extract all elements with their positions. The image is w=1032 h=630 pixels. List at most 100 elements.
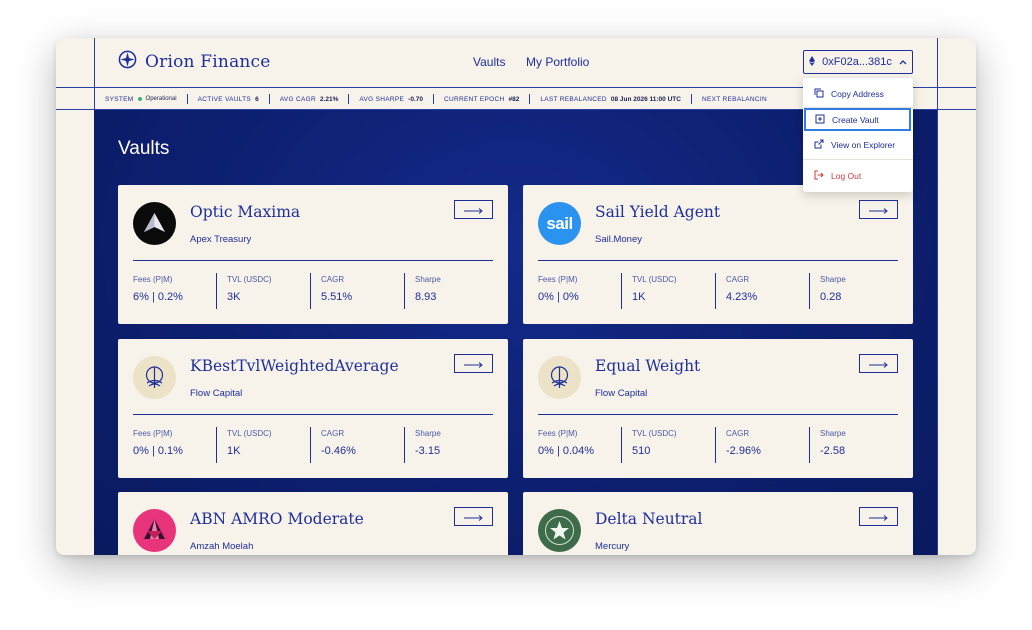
metric-value: -2.96% [726, 445, 761, 457]
grid-line [937, 38, 938, 555]
menu-item-label: View on Explorer [831, 140, 896, 150]
open-vault-button[interactable] [859, 200, 898, 219]
vault-manager: Sail.Money [595, 234, 642, 245]
stat-last-rebalanced: LAST REBALANCED 08 Jun 2026 11:00 UTC [529, 94, 691, 104]
metric-cagr: CAGR 4.23% [715, 273, 809, 309]
vault-name: Delta Neutral [595, 510, 703, 528]
metric-value: 6% | 0.2% [133, 291, 183, 303]
origami-logo-icon [133, 509, 176, 552]
arrow-right-icon [463, 355, 484, 373]
metric-value: 510 [632, 445, 651, 457]
vault-card-kbest-tvl-weighted-average[interactable]: KBestTvlWeightedAverage Flow Capital Fee… [118, 339, 508, 478]
vault-name: Optic Maxima [190, 203, 301, 221]
menu-divider [803, 159, 913, 160]
logout-icon [814, 170, 824, 182]
metric-label: Fees (P|M) [538, 275, 578, 284]
open-vault-button[interactable] [454, 354, 493, 373]
metric-value: 1K [227, 445, 241, 457]
stat-label: ACTIVE VAULTS [197, 95, 252, 103]
wallet-button[interactable]: 0xF02a...381c [803, 50, 913, 74]
mountain-logo-icon [133, 202, 176, 245]
metric-value: 5.51% [321, 291, 353, 303]
metric-sharpe: Sharpe -2.58 [809, 427, 898, 463]
metric-sharpe: Sharpe -3.15 [404, 427, 493, 463]
vault-manager: Apex Treasury [190, 234, 252, 245]
metric-label: Sharpe [415, 275, 441, 284]
app-logo[interactable]: Orion Finance [118, 50, 271, 74]
arrow-right-icon [868, 508, 889, 526]
stat-label: CURRENT EPOCH [443, 95, 505, 103]
vault-manager: Flow Capital [190, 388, 243, 399]
metric-value: 3K [227, 291, 241, 303]
card-divider [538, 414, 898, 415]
arrow-right-icon [463, 201, 484, 219]
vault-name: KBestTvlWeightedAverage [190, 357, 399, 375]
vault-card-optic-maxima[interactable]: Optic Maxima Apex Treasury Fees (P|M) 6% … [118, 185, 508, 324]
metric-label: TVL (USDC) [227, 275, 272, 284]
metric-label: Sharpe [820, 275, 846, 284]
open-vault-button[interactable] [454, 200, 493, 219]
plus-square-icon [815, 114, 825, 126]
vault-card-abn-amro-moderate[interactable]: ABN AMRO Moderate Amzah Moelah [118, 492, 508, 555]
chevron-up-icon [899, 56, 907, 68]
menu-item-log-out[interactable]: Log Out [803, 165, 913, 187]
menu-item-label: Copy Address [831, 89, 884, 99]
metric-cagr: CAGR 5.51% [310, 273, 404, 309]
stat-value: 6 [255, 95, 259, 103]
arrow-right-icon [868, 355, 889, 373]
stat-value: #82 [508, 95, 520, 103]
metric-value: 0% | 0.1% [133, 445, 183, 457]
metric-label: Fees (P|M) [133, 275, 173, 284]
stat-next-rebalancing: NEXT REBALANCIN [690, 94, 777, 104]
metric-label: TVL (USDC) [632, 275, 677, 284]
metric-label: Sharpe [820, 429, 846, 438]
metric-label: CAGR [726, 429, 750, 438]
metric-value: -0.46% [321, 445, 356, 457]
vault-manager: Amzah Moelah [190, 541, 254, 552]
stat-value: 08 Jun 2026 11:00 UTC [610, 95, 681, 103]
menu-item-label: Create Vault [832, 114, 879, 125]
stat-value: Operational [145, 96, 177, 102]
stat-avg-sharpe: AVG SHARPE -0.70 [348, 94, 433, 104]
metric-value: 0% | 0% [538, 291, 579, 303]
menu-item-label: Log Out [831, 171, 862, 181]
metric-cagr: CAGR -0.46% [310, 427, 404, 463]
stat-label: LAST REBALANCED [540, 95, 607, 103]
nav-vaults[interactable]: Vaults [473, 55, 505, 69]
open-vault-button[interactable] [454, 507, 493, 526]
flow-tree-logo-icon [133, 356, 176, 399]
card-divider [133, 260, 493, 261]
metric-value: 4.23% [726, 291, 758, 303]
metric-value: 1K [632, 291, 646, 303]
metric-cagr: CAGR -2.96% [715, 427, 809, 463]
stat-active-vaults: ACTIVE VAULTS 6 [186, 94, 269, 104]
metric-fees: Fees (P|M) 0% | 0% [538, 273, 621, 309]
metric-label: TVL (USDC) [227, 429, 272, 438]
menu-item-view-on-explorer[interactable]: View on Explorer [803, 134, 913, 156]
nav-my-portfolio[interactable]: My Portfolio [526, 55, 589, 69]
open-vault-button[interactable] [859, 354, 898, 373]
metric-tvl: TVL (USDC) 510 [621, 427, 715, 463]
vault-card-equal-weight[interactable]: Equal Weight Flow Capital Fees (P|M) 0% |… [523, 339, 913, 478]
metric-label: Fees (P|M) [538, 429, 578, 438]
metric-value: 0% | 0.04% [538, 445, 595, 457]
star-logo-icon [538, 509, 581, 552]
status-dot-icon [137, 97, 142, 101]
metric-label: Sharpe [415, 429, 441, 438]
vault-name: ABN AMRO Moderate [190, 510, 364, 528]
stat-system: SYSTEM Operational [94, 94, 187, 104]
vault-card-delta-neutral[interactable]: Delta Neutral Mercury [523, 492, 913, 555]
menu-item-create-vault[interactable]: Create Vault [804, 108, 911, 131]
vault-name: Equal Weight [595, 357, 701, 375]
card-divider [538, 260, 898, 261]
menu-item-copy-address[interactable]: Copy Address [803, 83, 913, 105]
ethereum-icon [809, 55, 816, 69]
external-link-icon [814, 139, 824, 151]
vault-card-sail-yield-agent[interactable]: sail Sail Yield Agent Sail.Money Fees (P… [523, 185, 913, 324]
stat-value: 2.21% [319, 95, 339, 103]
metric-label: TVL (USDC) [632, 429, 677, 438]
open-vault-button[interactable] [859, 507, 898, 526]
stat-label: AVG CAGR [279, 95, 316, 103]
stat-label: SYSTEM [105, 95, 134, 103]
metric-value: 0.28 [820, 291, 842, 303]
